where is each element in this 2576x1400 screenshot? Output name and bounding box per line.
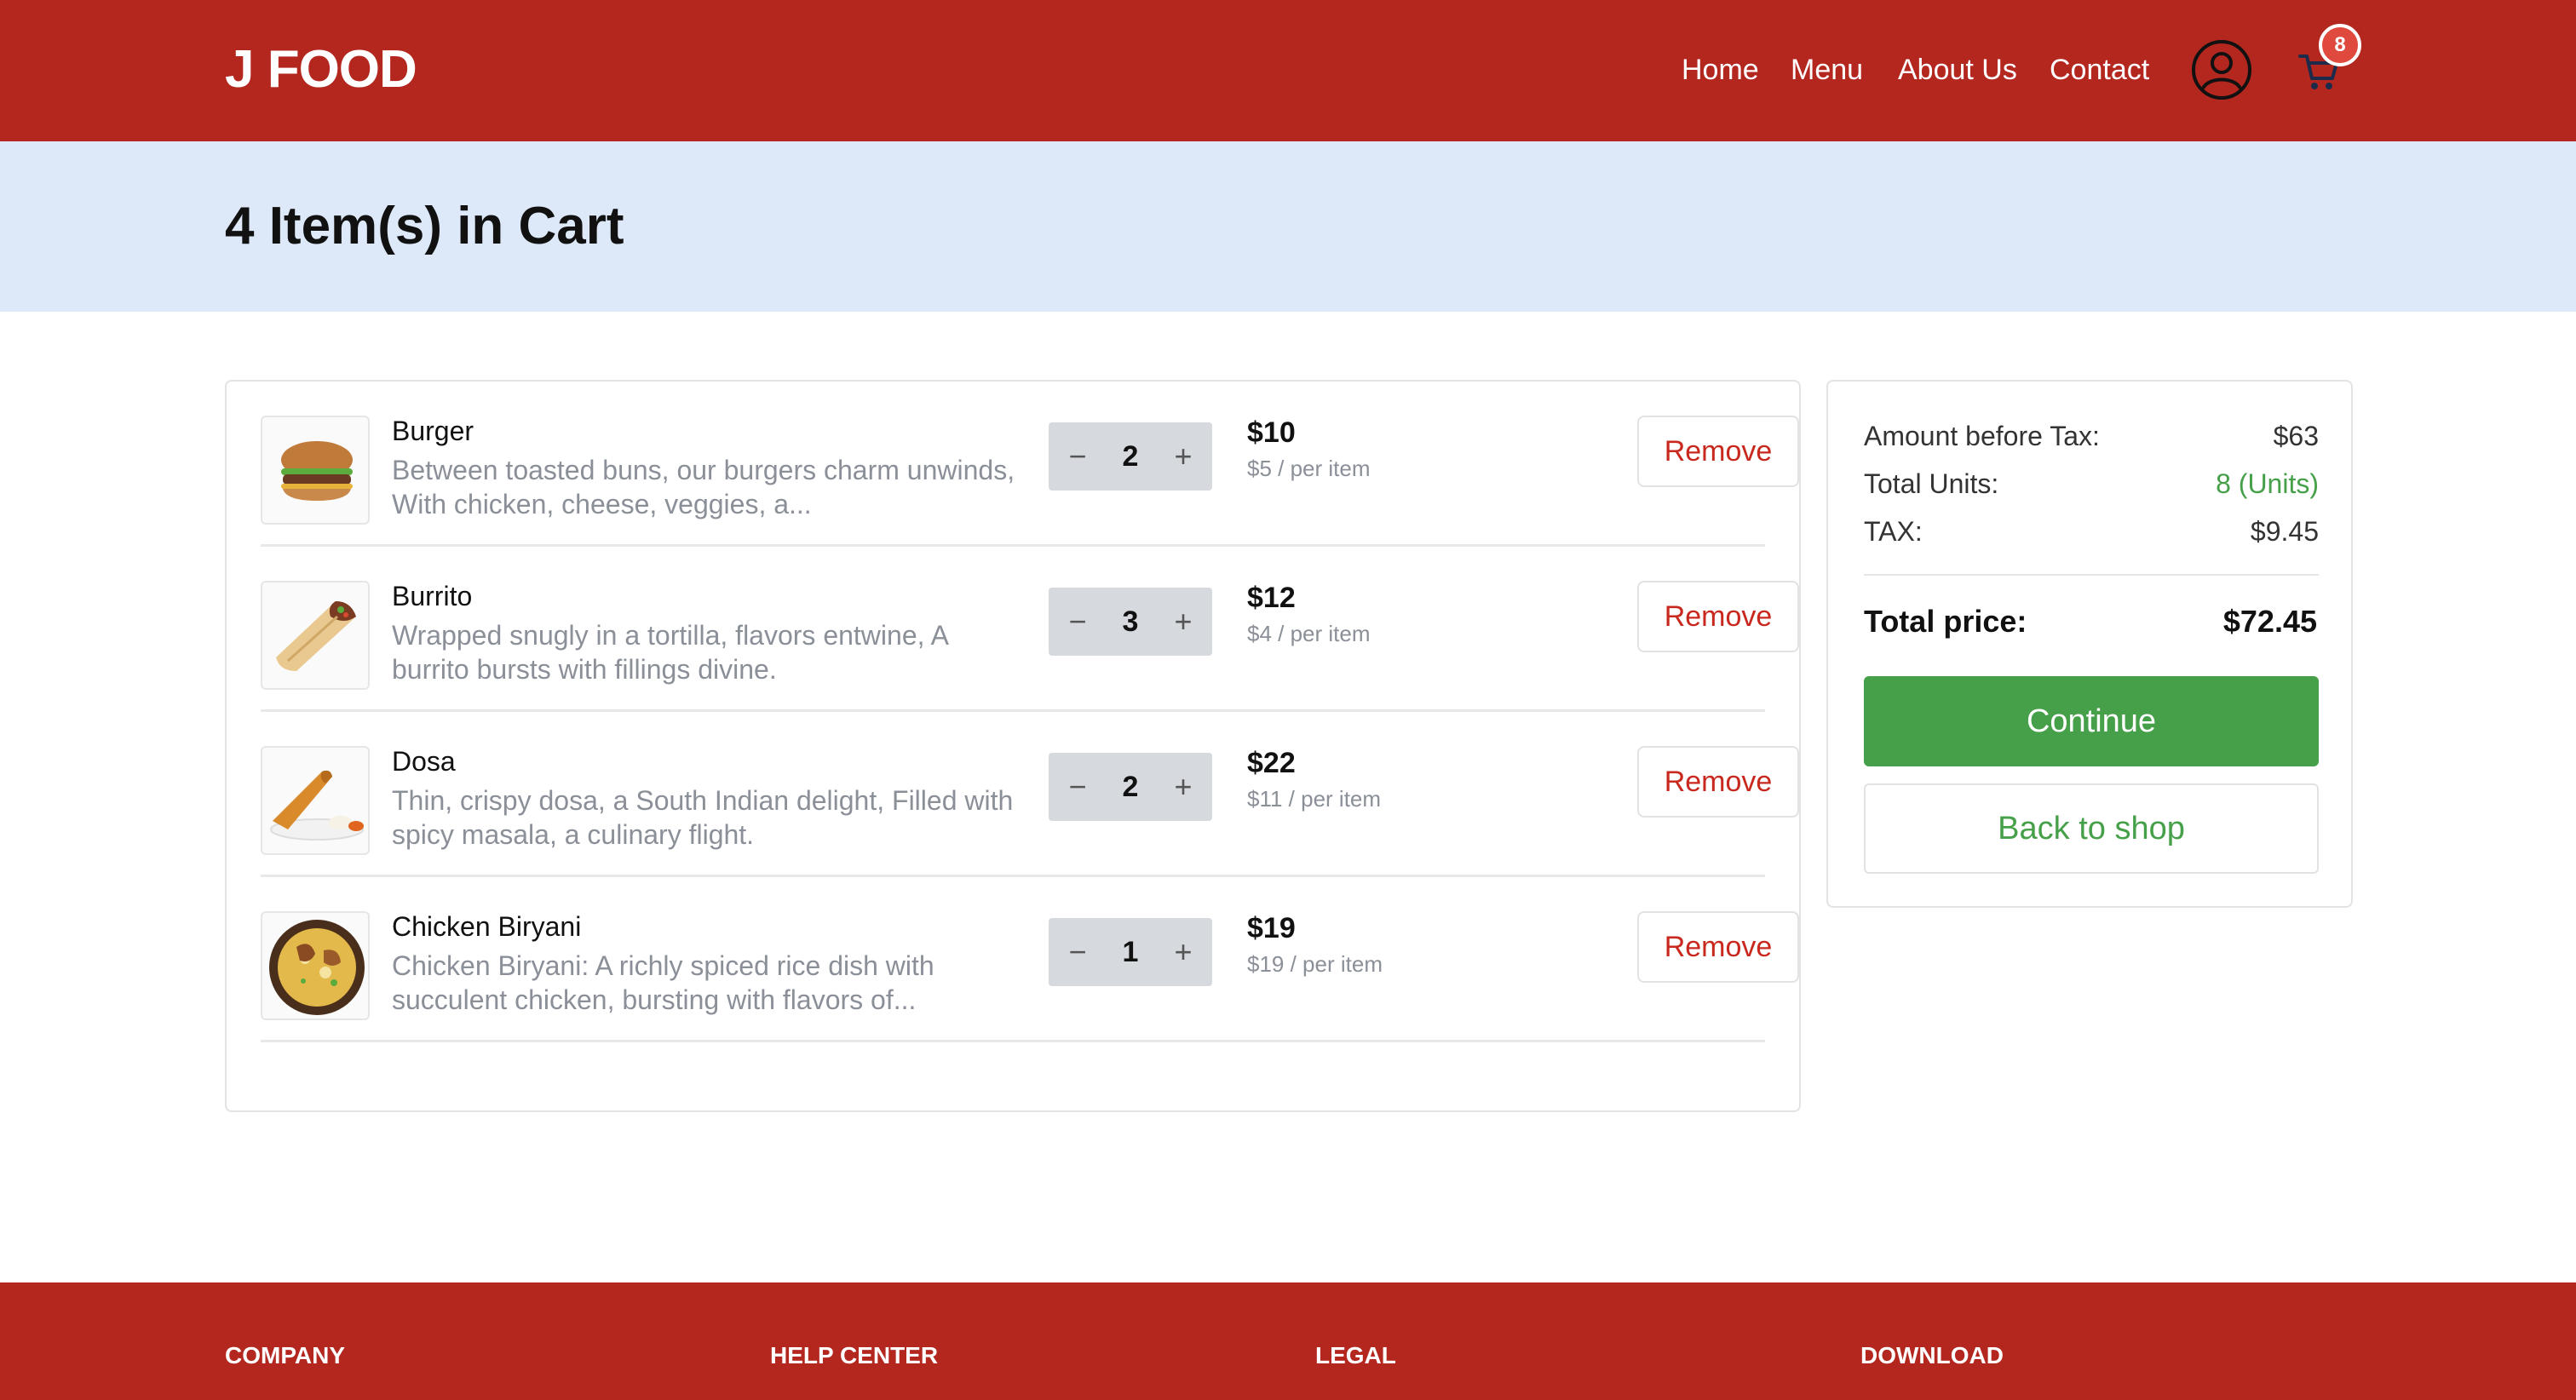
navbar: J FOOD Home Menu About Us Contact 8 [0, 0, 2576, 141]
item-total-price: $19 [1247, 912, 1296, 944]
decrease-quantity-button[interactable]: − [1054, 422, 1101, 491]
footer-heading-company: COMPANY [225, 1342, 346, 1368]
quantity-stepper: − 2 + [1049, 422, 1212, 491]
increase-quantity-button[interactable]: + [1159, 588, 1207, 656]
cart-item: Burrito Wrapped snugly in a tortilla, fl… [261, 547, 1799, 712]
summary-row-amount: Amount before Tax: $63 [1864, 412, 2319, 460]
item-total-price: $12 [1247, 582, 1296, 614]
tax-label: TAX: [1864, 516, 1923, 547]
quantity-value: 3 [1122, 605, 1139, 638]
total-units-value: 8 (Units) [2216, 468, 2319, 499]
decrease-quantity-button[interactable]: − [1054, 918, 1101, 986]
decrease-quantity-button[interactable]: − [1054, 753, 1101, 821]
item-name: Dosa [392, 746, 456, 777]
remove-item-button[interactable]: Remove [1637, 581, 1799, 652]
item-description: Thin, crispy dosa, a South Indian deligh… [392, 785, 1014, 850]
remove-item-button[interactable]: Remove [1637, 416, 1799, 487]
item-description: Wrapped snugly in a tortilla, flavors en… [392, 620, 948, 685]
nav-link-contact[interactable]: Contact [2050, 44, 2149, 95]
back-to-shop-button[interactable]: Back to shop [1864, 783, 2319, 874]
quantity-value: 2 [1122, 771, 1139, 803]
amount-before-tax-label: Amount before Tax: [1864, 421, 2100, 451]
footer-heading-legal: LEGAL [1315, 1342, 1396, 1368]
nav-link-home[interactable]: Home [1682, 44, 1759, 95]
summary-divider [1864, 574, 2319, 576]
summary-row-tax: TAX: $9.45 [1864, 508, 2319, 555]
item-total-price: $22 [1247, 747, 1296, 779]
summary-row-units: Total Units: 8 (Units) [1864, 460, 2319, 508]
footer-heading-download: DOWNLOAD [1860, 1342, 2004, 1368]
increase-quantity-button[interactable]: + [1159, 422, 1207, 491]
continue-button[interactable]: Continue [1864, 676, 2319, 766]
quantity-value: 1 [1122, 936, 1139, 968]
item-unit-price: $11 / per item [1247, 786, 1382, 812]
item-name: Burrito [392, 581, 473, 611]
item-unit-price: $4 / per item [1247, 621, 1371, 646]
cart-item: Chicken Biryani Chicken Biryani: A richl… [261, 877, 1799, 1042]
cart-count-badge: 8 [2319, 24, 2361, 66]
order-summary-panel: Amount before Tax: $63 Total Units: 8 (U… [1826, 380, 2353, 908]
footer-heading-help-center: HELP CENTER [770, 1342, 939, 1368]
total-price-label: Total price: [1864, 604, 2027, 639]
burger-image [261, 416, 370, 525]
increase-quantity-button[interactable]: + [1159, 753, 1207, 821]
cart-item: Dosa Thin, crispy dosa, a South Indian d… [261, 712, 1799, 877]
decrease-quantity-button[interactable]: − [1054, 588, 1101, 656]
brand-logo[interactable]: J FOOD [225, 36, 417, 104]
user-circle-icon[interactable] [2191, 39, 2252, 100]
remove-item-button[interactable]: Remove [1637, 911, 1799, 983]
cart-item: Burger Between toasted buns, our burgers… [261, 382, 1799, 547]
tax-value: $9.45 [2250, 516, 2319, 547]
item-description: Chicken Biryani: A richly spiced rice di… [392, 950, 934, 1015]
quantity-stepper: − 3 + [1049, 588, 1212, 656]
total-units-label: Total Units: [1864, 468, 1999, 499]
item-description: Between toasted buns, our burgers charm … [392, 455, 1015, 519]
nav-link-menu[interactable]: Menu [1791, 44, 1863, 95]
cart-header-banner: 4 Item(s) in Cart [0, 141, 2576, 312]
quantity-stepper: − 1 + [1049, 918, 1212, 986]
dosa-image [261, 746, 370, 855]
remove-item-button[interactable]: Remove [1637, 746, 1799, 818]
item-name: Chicken Biryani [392, 911, 582, 942]
item-unit-price: $5 / per item [1247, 456, 1371, 481]
biryani-image [261, 911, 370, 1020]
item-total-price: $10 [1247, 416, 1296, 449]
quantity-value: 2 [1122, 440, 1139, 473]
footer: COMPANY HELP CENTER LEGAL DOWNLOAD [0, 1282, 2576, 1400]
nav-link-about[interactable]: About Us [1898, 44, 2017, 95]
page-title: 4 Item(s) in Cart [225, 197, 624, 255]
total-price-value: $72.45 [2222, 604, 2317, 639]
amount-before-tax-value: $63 [2273, 421, 2319, 451]
cart-items-panel: Burger Between toasted buns, our burgers… [225, 380, 1801, 1112]
item-name: Burger [392, 416, 474, 446]
item-unit-price: $19 / per item [1247, 951, 1383, 977]
quantity-stepper: − 2 + [1049, 753, 1212, 821]
burrito-image [261, 581, 370, 690]
increase-quantity-button[interactable]: + [1159, 918, 1207, 986]
